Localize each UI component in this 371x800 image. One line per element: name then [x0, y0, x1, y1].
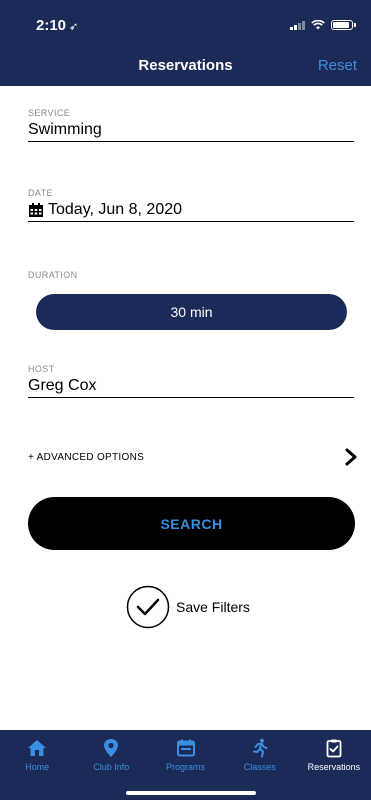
- tab-club-info-label: Club Info: [93, 762, 130, 772]
- date-value[interactable]: Today, Jun 8, 2020: [28, 201, 354, 222]
- tab-classes[interactable]: Classes: [223, 730, 297, 800]
- clipboard-check-icon: [326, 739, 342, 758]
- page-title: Reservations: [138, 57, 233, 74]
- tab-reservations-label: Reservations: [307, 762, 361, 772]
- calendar-icon: [176, 739, 195, 757]
- wifi-icon: [311, 20, 325, 30]
- location-arrow-icon: ➶: [69, 21, 79, 33]
- advanced-options-row[interactable]: + ADVANCED OPTIONS: [28, 446, 358, 468]
- tab-club-info[interactable]: Club Info: [74, 730, 148, 800]
- tab-reservations[interactable]: Reservations: [297, 730, 371, 800]
- save-filters-label: Save Filters: [176, 599, 250, 615]
- home-icon: [28, 740, 47, 756]
- advanced-options-label: + ADVANCED OPTIONS: [28, 451, 145, 463]
- home-indicator[interactable]: [126, 791, 256, 795]
- service-label: SERVICE: [28, 108, 71, 118]
- navigation-bar: 2:10 ➶ Reservations Reset: [0, 0, 371, 86]
- tab-home[interactable]: Home: [0, 730, 74, 800]
- duration-selector[interactable]: 30 min: [36, 294, 347, 330]
- running-icon: [252, 738, 268, 758]
- service-field[interactable]: SERVICE Swimming: [28, 108, 354, 142]
- date-label: DATE: [28, 188, 53, 198]
- status-icons: [290, 20, 356, 30]
- tab-bar: Home Club Info Programs Classes Reservat…: [0, 730, 371, 800]
- host-label: HOST: [28, 364, 55, 374]
- date-field[interactable]: DATE Today, Jun 8, 2020: [28, 188, 354, 222]
- checkmark-circle-icon[interactable]: [126, 585, 170, 629]
- map-pin-icon: [104, 739, 119, 757]
- duration-field: DURATION: [28, 270, 354, 280]
- tab-programs-label: Programs: [166, 762, 206, 772]
- status-time: 2:10 ➶: [36, 17, 79, 34]
- calendar-icon: [29, 203, 43, 217]
- service-value[interactable]: Swimming: [28, 121, 354, 142]
- host-field[interactable]: HOST Greg Cox: [28, 364, 354, 398]
- tab-home-label: Home: [25, 762, 50, 772]
- duration-label: DURATION: [28, 270, 78, 280]
- save-filters-toggle[interactable]: Save Filters: [126, 585, 250, 629]
- battery-icon: [331, 20, 356, 30]
- tab-classes-label: Classes: [243, 762, 276, 772]
- tab-programs[interactable]: Programs: [148, 730, 222, 800]
- chevron-right-icon[interactable]: [344, 448, 358, 466]
- search-button[interactable]: SEARCH: [28, 497, 355, 550]
- cellular-signal-icon: [290, 20, 305, 30]
- reset-button[interactable]: Reset: [318, 57, 357, 74]
- host-value[interactable]: Greg Cox: [28, 377, 354, 398]
